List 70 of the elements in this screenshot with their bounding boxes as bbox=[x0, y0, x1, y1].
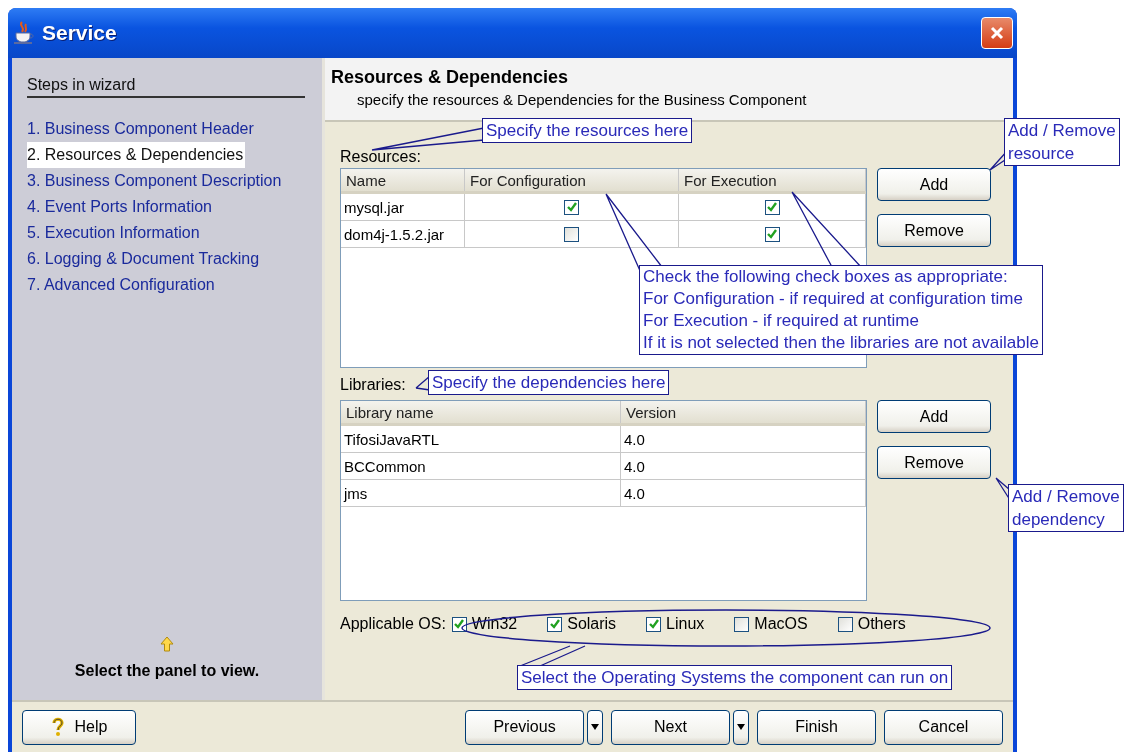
sidebar-hint: Select the panel to view. bbox=[74, 662, 260, 680]
table-cell: BCCommon bbox=[341, 453, 621, 479]
nav-button[interactable]: Previous bbox=[465, 709, 584, 745]
table-cell: mysql.jar bbox=[341, 194, 465, 220]
coffee-cup-icon bbox=[12, 20, 36, 46]
remove-button[interactable]: Remove bbox=[877, 214, 991, 247]
caret-icon bbox=[591, 724, 599, 730]
dropdown-button[interactable] bbox=[587, 709, 603, 745]
nav-button[interactable]: Cancel bbox=[884, 709, 1003, 745]
checkbox[interactable] bbox=[764, 199, 780, 215]
help-button[interactable]: Help bbox=[22, 709, 136, 745]
close-icon bbox=[989, 25, 1005, 41]
os-option-label[interactable]: Linux bbox=[666, 615, 705, 633]
column-header[interactable]: For Configuration bbox=[465, 169, 679, 191]
wizard-step[interactable]: 1. Business Component Header bbox=[27, 116, 256, 142]
add-button[interactable]: Add bbox=[877, 400, 991, 433]
checkbox[interactable] bbox=[734, 616, 750, 632]
column-header[interactable]: For Execution bbox=[679, 169, 866, 191]
os-option-label[interactable]: Others bbox=[857, 615, 906, 633]
checkbox[interactable] bbox=[547, 616, 563, 632]
callout-text: Specify the dependencies here bbox=[432, 372, 666, 394]
panel-title: Resources & Dependencies bbox=[331, 67, 570, 88]
close-button[interactable] bbox=[981, 17, 1013, 49]
os-option-label[interactable]: MacOS bbox=[754, 615, 808, 633]
checkbox[interactable] bbox=[451, 616, 467, 632]
callout-text: Check the following check boxes as appropriate: bbox=[643, 266, 1009, 288]
os-option-label[interactable]: Solaris bbox=[567, 615, 617, 633]
dropdown-button[interactable] bbox=[733, 709, 749, 745]
callout-text: Select the Operating Systems the component can run on bbox=[521, 667, 949, 689]
table-cell: jms bbox=[341, 480, 621, 506]
callout-text: Add / Remove bbox=[1012, 486, 1120, 508]
wizard-step[interactable]: 2. Resources & Dependencies bbox=[27, 142, 246, 168]
column-header[interactable]: Name bbox=[341, 169, 465, 191]
callout-text: For Configuration - if required at configuration time bbox=[643, 288, 1024, 310]
window-title: Service bbox=[42, 21, 118, 45]
applicable-os-label: Applicable OS: bbox=[340, 615, 446, 633]
checkbox[interactable] bbox=[564, 226, 579, 242]
table-cell: 4.0 bbox=[621, 426, 866, 452]
nav-button[interactable]: Next bbox=[611, 709, 730, 745]
table-cell: TifosiJavaRTL bbox=[341, 426, 621, 452]
nav-button[interactable]: Finish bbox=[757, 709, 876, 745]
caret-icon bbox=[737, 724, 745, 730]
column-header[interactable]: Version bbox=[621, 401, 866, 423]
wizard-step[interactable]: 7. Advanced Configuration bbox=[27, 272, 217, 298]
add-button[interactable]: Add bbox=[877, 168, 991, 201]
wizard-step[interactable]: 4. Event Ports Information bbox=[27, 194, 214, 220]
checkbox[interactable] bbox=[837, 616, 853, 632]
checkbox[interactable] bbox=[646, 616, 662, 632]
wizard-step[interactable]: 5. Execution Information bbox=[27, 220, 202, 246]
checkbox[interactable] bbox=[764, 226, 780, 242]
callout-text: Add / Remove bbox=[1008, 120, 1116, 142]
question-mark-icon bbox=[50, 717, 65, 737]
callout-text: For Execution - if required at runtime bbox=[643, 310, 920, 332]
callout-text: resource bbox=[1008, 143, 1076, 165]
callout-text: Specify the resources here bbox=[486, 120, 689, 142]
remove-button[interactable]: Remove bbox=[877, 446, 991, 479]
resources-label: Resources: bbox=[340, 147, 421, 167]
callout-text: dependency bbox=[1012, 509, 1106, 531]
checkbox[interactable] bbox=[564, 199, 579, 215]
wizard-step[interactable]: 6. Logging & Document Tracking bbox=[27, 246, 262, 272]
panel-subtitle: specify the resources & Dependencies for the Business Component bbox=[356, 91, 808, 108]
table-cell: 4.0 bbox=[621, 480, 866, 506]
table-cell: dom4j-1.5.2.jar bbox=[341, 221, 465, 247]
wizard-step[interactable]: 3. Business Component Description bbox=[27, 168, 284, 194]
column-header[interactable]: Library name bbox=[341, 401, 621, 423]
up-arrow-icon bbox=[160, 636, 174, 652]
callout-text: If it is not selected then the libraries are not available bbox=[643, 332, 1039, 354]
libraries-label: Libraries: bbox=[340, 375, 406, 395]
sidebar-heading: Steps in wizard bbox=[27, 76, 305, 98]
table-cell: 4.0 bbox=[621, 453, 866, 479]
